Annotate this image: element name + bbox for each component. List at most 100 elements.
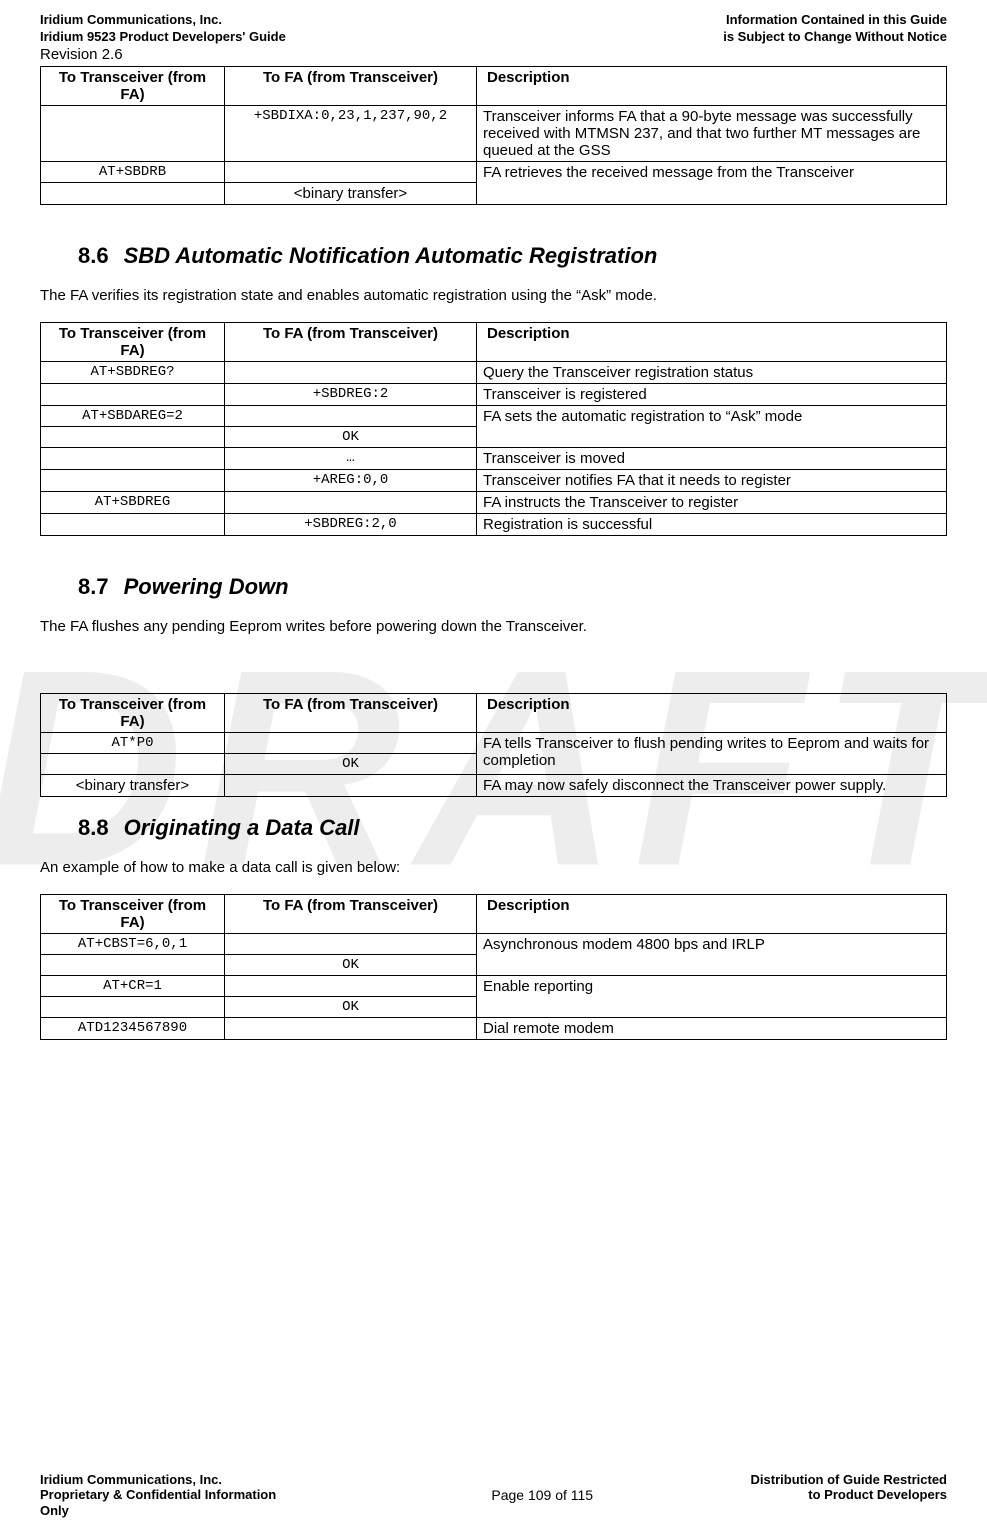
th-description: Description [477, 323, 947, 362]
cell-description: FA sets the automatic registration to “A… [477, 406, 947, 448]
th-to-transceiver: To Transceiver (from FA) [41, 694, 225, 733]
table-row: AT+SBDRB FA retrieves the received messa… [41, 162, 947, 183]
cell-response: OK [225, 955, 477, 976]
cell [41, 955, 225, 976]
cell [225, 1018, 477, 1040]
header-info2: is Subject to Change Without Notice [723, 29, 947, 44]
cell [41, 754, 225, 775]
th-to-fa: To FA (from Transceiver) [225, 694, 477, 733]
table-header-row: To Transceiver (from FA) To FA (from Tra… [41, 67, 947, 106]
table-auto-registration: To Transceiver (from FA) To FA (from Tra… [40, 322, 947, 536]
cell-description: FA retrieves the received message from t… [477, 162, 947, 205]
footer-only: Only [40, 1503, 69, 1518]
footer-prop: Proprietary & Confidential Information [40, 1487, 276, 1503]
cell-command: AT*P0 [41, 733, 225, 754]
table-data-call: To Transceiver (from FA) To FA (from Tra… [40, 894, 947, 1040]
cell [225, 733, 477, 754]
th-description: Description [477, 67, 947, 106]
th-to-transceiver: To Transceiver (from FA) [41, 67, 225, 106]
cell-command: ATD1234567890 [41, 1018, 225, 1040]
cell-response: OK [225, 997, 477, 1018]
table-row: AT+CR=1 Enable reporting [41, 976, 947, 997]
table-row: … Transceiver is moved [41, 448, 947, 470]
th-description: Description [477, 895, 947, 934]
table-sbd-receive: To Transceiver (from FA) To FA (from Tra… [40, 66, 947, 205]
cell-description: Dial remote modem [477, 1018, 947, 1040]
cell-description: Enable reporting [477, 976, 947, 1018]
cell-command: AT+SBDREG? [41, 362, 225, 384]
cell [41, 514, 225, 536]
cell-command: <binary transfer> [41, 775, 225, 797]
page-header-row1: Iridium Communications, Inc. Information… [40, 12, 947, 27]
cell-response: <binary transfer> [225, 183, 477, 205]
table-row: +AREG:0,0 Transceiver notifies FA that i… [41, 470, 947, 492]
cell-response: OK [225, 754, 477, 775]
page-header-row2: Iridium 9523 Product Developers' Guide i… [40, 29, 947, 44]
table-row: ATD1234567890 Dial remote modem [41, 1018, 947, 1040]
cell [41, 384, 225, 406]
cell-description: Transceiver informs FA that a 90-byte me… [477, 106, 947, 162]
cell-description: FA instructs the Transceiver to register [477, 492, 947, 514]
sectitle: Powering Down [124, 574, 289, 599]
cell [225, 362, 477, 384]
th-to-fa: To FA (from Transceiver) [225, 67, 477, 106]
table-row: +SBDIXA:0,23,1,237,90,2 Transceiver info… [41, 106, 947, 162]
cell-command: AT+CBST=6,0,1 [41, 934, 225, 955]
sectitle: SBD Automatic Notification Automatic Reg… [124, 243, 658, 268]
secnum: 8.6 [78, 243, 109, 268]
footer-dist1: Distribution of Guide Restricted [751, 1472, 947, 1487]
table-row: <binary transfer> FA may now safely disc… [41, 775, 947, 797]
cell-description: FA may now safely disconnect the Transce… [477, 775, 947, 797]
header-info1: Information Contained in this Guide [726, 12, 947, 27]
table-row: +SBDREG:2 Transceiver is registered [41, 384, 947, 406]
cell [41, 470, 225, 492]
header-company: Iridium Communications, Inc. [40, 12, 222, 27]
cell-command: AT+SBDRB [41, 162, 225, 183]
header-revision: Revision 2.6 [40, 46, 947, 63]
footer-dist2: to Product Developers [808, 1487, 947, 1503]
table-row: AT+SBDREG FA instructs the Transceiver t… [41, 492, 947, 514]
cell [41, 106, 225, 162]
th-to-transceiver: To Transceiver (from FA) [41, 895, 225, 934]
th-to-fa: To FA (from Transceiver) [225, 895, 477, 934]
cell [225, 775, 477, 797]
table-row: AT+SBDREG? Query the Transceiver registr… [41, 362, 947, 384]
heading-8-6: 8.6 SBD Automatic Notification Automatic … [78, 243, 947, 269]
cell [225, 934, 477, 955]
footer-page: Page 109 of 115 [491, 1487, 593, 1503]
cell-command: AT+CR=1 [41, 976, 225, 997]
page-footer: Iridium Communications, Inc. Distributio… [40, 1472, 947, 1518]
cell-description: FA tells Transceiver to flush pending wr… [477, 733, 947, 775]
cell-description: Query the Transceiver registration statu… [477, 362, 947, 384]
cell-description: Transceiver notifies FA that it needs to… [477, 470, 947, 492]
cell-response: +AREG:0,0 [225, 470, 477, 492]
cell-response: … [225, 448, 477, 470]
header-guide: Iridium 9523 Product Developers' Guide [40, 29, 286, 44]
sectitle: Originating a Data Call [124, 815, 360, 840]
cell [41, 448, 225, 470]
table-row: AT+SBDAREG=2 FA sets the automatic regis… [41, 406, 947, 427]
cell [41, 427, 225, 448]
table-row: AT+CBST=6,0,1 Asynchronous modem 4800 bp… [41, 934, 947, 955]
heading-8-7: 8.7 Powering Down [78, 574, 947, 600]
cell-description: Transceiver is registered [477, 384, 947, 406]
cell [225, 406, 477, 427]
cell [225, 976, 477, 997]
th-to-fa: To FA (from Transceiver) [225, 323, 477, 362]
secnum: 8.8 [78, 815, 109, 840]
cell [225, 162, 477, 183]
cell [41, 997, 225, 1018]
footer-company: Iridium Communications, Inc. [40, 1472, 222, 1487]
cell-description: Asynchronous modem 4800 bps and IRLP [477, 934, 947, 976]
table-row: +SBDREG:2,0 Registration is successful [41, 514, 947, 536]
para-8-6: The FA verifies its registration state a… [40, 287, 947, 304]
cell-response: +SBDREG:2 [225, 384, 477, 406]
secnum: 8.7 [78, 574, 109, 599]
cell-response: +SBDREG:2,0 [225, 514, 477, 536]
table-header-row: To Transceiver (from FA) To FA (from Tra… [41, 323, 947, 362]
cell-response: +SBDIXA:0,23,1,237,90,2 [225, 106, 477, 162]
heading-8-8: 8.8 Originating a Data Call [78, 815, 947, 841]
cell-command: AT+SBDREG [41, 492, 225, 514]
table-powering-down: To Transceiver (from FA) To FA (from Tra… [40, 693, 947, 797]
cell-response: OK [225, 427, 477, 448]
